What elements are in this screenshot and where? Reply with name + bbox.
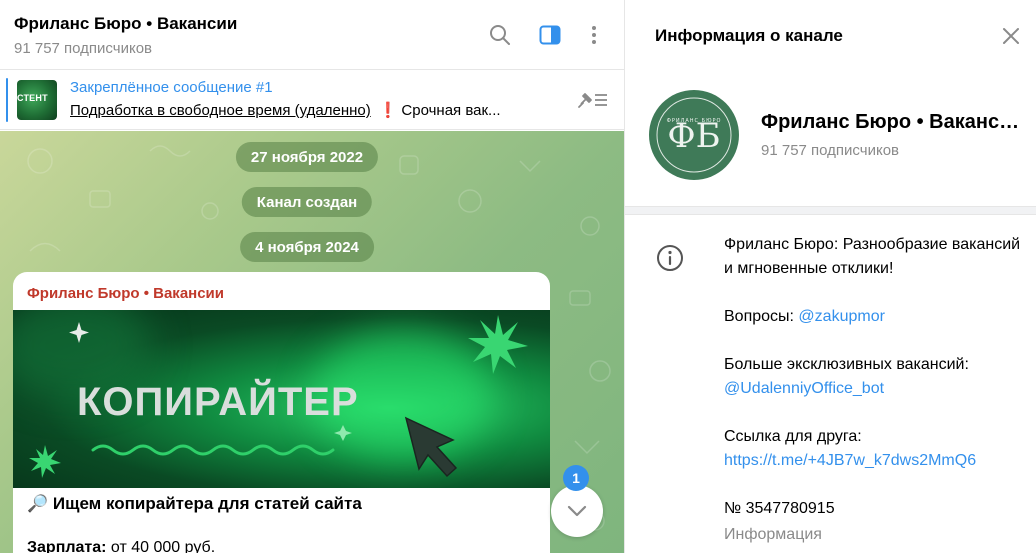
channel-subscriber-count: 91 757 подписчиков xyxy=(761,142,900,159)
friend-link-label: Ссылка для друга: xyxy=(724,428,862,445)
pinned-message-bar[interactable]: СТЕНТ Закреплённое сообщение #1 Подработ… xyxy=(0,70,624,130)
channel-description: Фриланс Бюро: Разнообразие вакансий и мг… xyxy=(724,236,1021,277)
pinned-thumbnail: СТЕНТ xyxy=(17,80,57,120)
pinned-title: Закреплённое сообщение #1 xyxy=(70,79,273,96)
channel-number: № 3547780915 xyxy=(724,500,835,517)
chat-header[interactable]: Фриланс Бюро • Вакансии 91 757 подписчик… xyxy=(0,0,624,70)
questions-label: Вопросы: xyxy=(724,308,799,325)
sidebar-toggle-icon xyxy=(539,25,561,45)
info-caption: Информация xyxy=(724,526,822,543)
cursor-icon xyxy=(404,416,458,478)
exclusive-bot-link[interactable]: @UdalenniyOffice_bot xyxy=(724,380,884,398)
more-vertical-icon xyxy=(592,26,596,44)
salary-label: Зарплата: xyxy=(27,539,107,553)
pinned-thumbnail-text: СТЕНТ xyxy=(17,93,48,103)
section-divider xyxy=(625,206,1036,215)
image-caption: КОПИРАЙТЕР xyxy=(77,380,359,424)
message-text: Зарплата: от 40 000 руб. xyxy=(27,539,215,553)
pinned-list-button[interactable] xyxy=(574,87,610,113)
pinned-preview: Подработка в свободное время (удаленно) ❗… xyxy=(70,101,552,119)
avatar-arc-text: ФРИЛАНС БЮРО xyxy=(667,118,722,124)
chat-subscriber-count: 91 757 подписчиков xyxy=(14,40,153,57)
message-text: 🔎 Ищем копирайтера для статей сайта xyxy=(27,494,362,513)
channel-name: Фриланс Бюро • Вакансии xyxy=(761,111,1023,133)
more-menu-button[interactable] xyxy=(580,21,608,49)
chevron-down-icon xyxy=(567,505,587,517)
chat-background: 27 ноября 2022 Канал создан 4 ноября 202… xyxy=(0,131,624,553)
questions-line: Вопросы: @zakupmor xyxy=(724,308,885,326)
info-icon xyxy=(657,245,683,271)
info-panel-title: Информация о канале xyxy=(655,26,843,45)
date-pill: 4 ноября 2024 xyxy=(240,232,374,262)
message-bubble[interactable]: Фриланс Бюро • Вакансии КОПИРАЙТЕР 🔎 Ище… xyxy=(13,272,550,553)
channel-avatar[interactable]: ФБ ФРИЛАНС БЮРО xyxy=(649,90,739,180)
service-message: Канал создан xyxy=(241,187,373,217)
scroll-down-button[interactable] xyxy=(551,485,603,537)
pinned-preview-rest: Срочная вак... xyxy=(401,102,501,119)
exclamation-icon: ❗ xyxy=(378,102,398,119)
pinned-preview-main: Подработка в свободное время (удаленно) xyxy=(70,102,371,119)
exclusive-label: Больше эксклюзивных вакансий: xyxy=(724,356,969,373)
questions-link[interactable]: @zakupmor xyxy=(798,308,885,325)
date-pill: 27 ноября 2022 xyxy=(235,142,379,172)
chat-pane: Фриланс Бюро • Вакансии 91 757 подписчик… xyxy=(0,0,624,553)
close-icon xyxy=(1003,28,1019,44)
search-button[interactable] xyxy=(486,21,514,49)
channel-info-panel: Информация о канале ФБ ФРИЛАНС БЮРО Фрил… xyxy=(624,0,1036,553)
invite-link[interactable]: https://t.me/+4JB7w_k7dws2MmQ6 xyxy=(724,452,976,470)
message-image[interactable]: КОПИРАЙТЕР xyxy=(13,310,550,488)
pinned-indicator xyxy=(6,78,8,122)
toggle-info-panel-button[interactable] xyxy=(536,21,564,49)
close-info-button[interactable] xyxy=(997,22,1025,50)
chat-title[interactable]: Фриланс Бюро • Вакансии xyxy=(14,14,237,34)
message-author[interactable]: Фриланс Бюро • Вакансии xyxy=(27,285,224,302)
unread-count-badge: 1 xyxy=(563,465,589,491)
salary-value: от 40 000 руб. xyxy=(106,539,216,553)
search-icon xyxy=(490,25,510,45)
pin-list-icon xyxy=(578,93,607,108)
channel-logo: ФБ ФРИЛАНС БЮРО xyxy=(650,91,738,179)
